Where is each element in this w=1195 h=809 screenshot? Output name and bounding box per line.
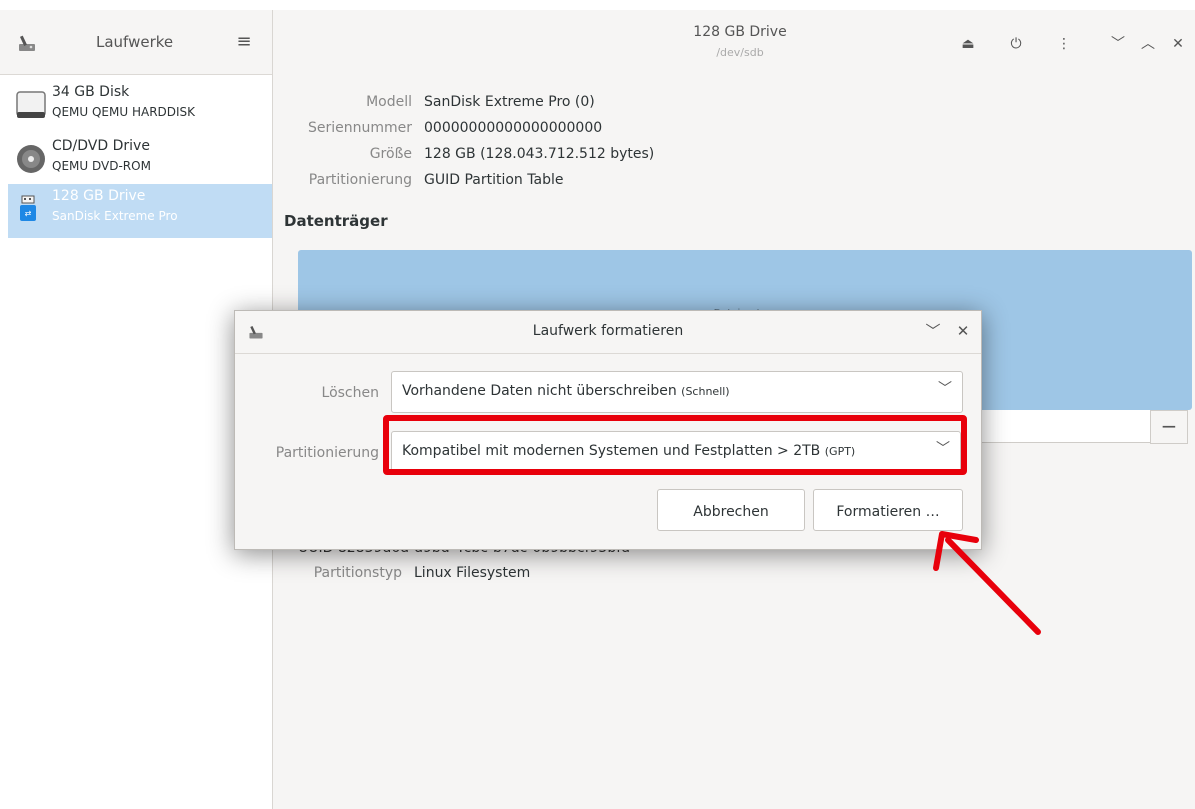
- drive-name: CD/DVD Drive: [52, 138, 150, 154]
- dialog-close-icon[interactable]: ✕: [953, 321, 973, 341]
- chevron-down-icon: ﹀: [938, 381, 952, 397]
- cancel-button[interactable]: Abbrechen: [657, 489, 805, 531]
- sidebar-header: Laufwerke ≡: [0, 10, 272, 75]
- close-icon[interactable]: ✕: [1168, 34, 1188, 54]
- power-icon[interactable]: ⏻: [1006, 34, 1026, 54]
- property-row-size: Größe 128 GB (128.043.712.512 bytes): [280, 146, 655, 162]
- property-value: Linux Filesystem: [414, 565, 531, 581]
- format-drive-dialog: Laufwerk formatieren ﹀ ✕ Löschen Vorhand…: [234, 310, 982, 550]
- drive-model: QEMU QEMU HARDDISK: [52, 105, 196, 119]
- harddisk-icon: [16, 91, 46, 118]
- dialog-title: Laufwerk formatieren: [532, 323, 684, 339]
- svg-text:⇄: ⇄: [25, 209, 32, 218]
- disks-app-icon: [19, 35, 35, 51]
- delete-partition-button[interactable]: −: [1150, 410, 1188, 444]
- erase-select[interactable]: Vorhandene Daten nicht überschreiben (Sc…: [391, 371, 963, 413]
- property-value: 128 GB (128.043.712.512 bytes): [424, 146, 655, 162]
- sidebar-title: Laufwerke: [96, 33, 174, 51]
- red-highlight-box: [383, 415, 967, 475]
- drive-device-path: /dev/sdb: [716, 46, 764, 59]
- volumes-heading: Datenträger: [284, 212, 388, 230]
- drive-name: 34 GB Disk: [52, 84, 130, 100]
- property-value: GUID Partition Table: [424, 172, 564, 188]
- drive-model: QEMU DVD-ROM: [52, 159, 151, 173]
- property-row-serial: Seriennummer 00000000000000000000: [280, 120, 602, 136]
- drive-item-34gb-disk[interactable]: 34 GB Disk QEMU QEMU HARDDISK: [8, 80, 272, 134]
- property-row-partitioning: Partitionierung GUID Partition Table: [280, 172, 564, 188]
- drive-title: 128 GB Drive: [693, 24, 787, 40]
- drive-model: SanDisk Extreme Pro: [52, 209, 178, 223]
- format-button[interactable]: Formatieren …: [813, 489, 963, 531]
- property-label: Partitionstyp: [313, 565, 402, 581]
- maximize-icon[interactable]: ︿: [1138, 34, 1158, 54]
- sidebar: Laufwerke ≡ 34 GB Disk QEMU QEMU HARDDIS…: [0, 10, 273, 809]
- property-label: Modell: [366, 94, 412, 110]
- drive-name: 128 GB Drive: [52, 188, 146, 204]
- erase-label: Löschen: [321, 385, 379, 401]
- dialog-minimize-icon[interactable]: ﹀: [923, 321, 943, 341]
- usb-drive-icon: ⇄: [20, 195, 36, 221]
- hamburger-menu-icon[interactable]: ≡: [232, 30, 256, 54]
- partition-type-row: Partitionstyp Linux Filesystem: [298, 565, 531, 581]
- eject-icon[interactable]: ⏏: [958, 34, 978, 54]
- partitioning-label: Partitionierung: [275, 445, 379, 461]
- property-label: Größe: [369, 146, 412, 162]
- drive-item-cd-dvd[interactable]: CD/DVD Drive QEMU DVD-ROM: [8, 134, 272, 188]
- property-row-model: Modell SanDisk Extreme Pro (0): [280, 94, 595, 110]
- erase-select-value: Vorhandene Daten nicht überschreiben (Sc…: [402, 383, 730, 399]
- property-label: Seriennummer: [307, 120, 412, 136]
- dialog-header: Laufwerk formatieren ﹀ ✕: [235, 311, 981, 354]
- optical-disc-icon: [17, 145, 45, 173]
- property-label: Partitionierung: [308, 172, 412, 188]
- drive-item-128gb-drive[interactable]: ⇄ 128 GB Drive SanDisk Extreme Pro: [8, 184, 272, 238]
- property-value: SanDisk Extreme Pro (0): [424, 94, 595, 110]
- minimize-icon[interactable]: ﹀: [1108, 34, 1128, 54]
- more-options-icon[interactable]: ⋮: [1054, 34, 1074, 54]
- property-value: 00000000000000000000: [424, 120, 603, 136]
